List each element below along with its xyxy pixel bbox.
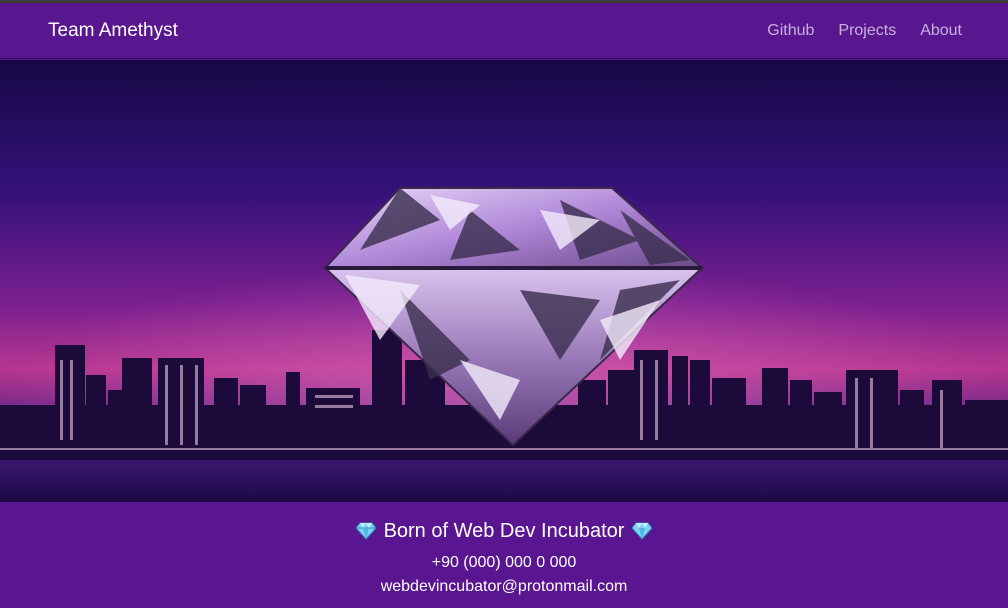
footer-phone: +90 (000) 000 0 000 (431, 554, 577, 571)
footer-email-link[interactable]: webdevincubator@protonmail.com (381, 578, 628, 595)
footer-title-row: Born of Web Dev Incubator (0, 519, 1008, 543)
nav-link-github[interactable]: Github (767, 22, 814, 40)
footer-title: Born of Web Dev Incubator (383, 520, 625, 542)
footer: Born of Web Dev Incubator +90 (000) 000 … (0, 502, 1008, 608)
hero-banner (0, 60, 1008, 502)
hero-image (0, 60, 1008, 502)
gem-icon (355, 522, 376, 540)
brand-link[interactable]: Team Amethyst (48, 20, 178, 42)
gem-icon (632, 522, 653, 540)
nav-links: Github Projects About (767, 22, 962, 40)
navbar: Team Amethyst Github Projects About (0, 3, 1008, 59)
nav-link-projects[interactable]: Projects (838, 22, 896, 40)
nav-link-about[interactable]: About (920, 22, 962, 40)
